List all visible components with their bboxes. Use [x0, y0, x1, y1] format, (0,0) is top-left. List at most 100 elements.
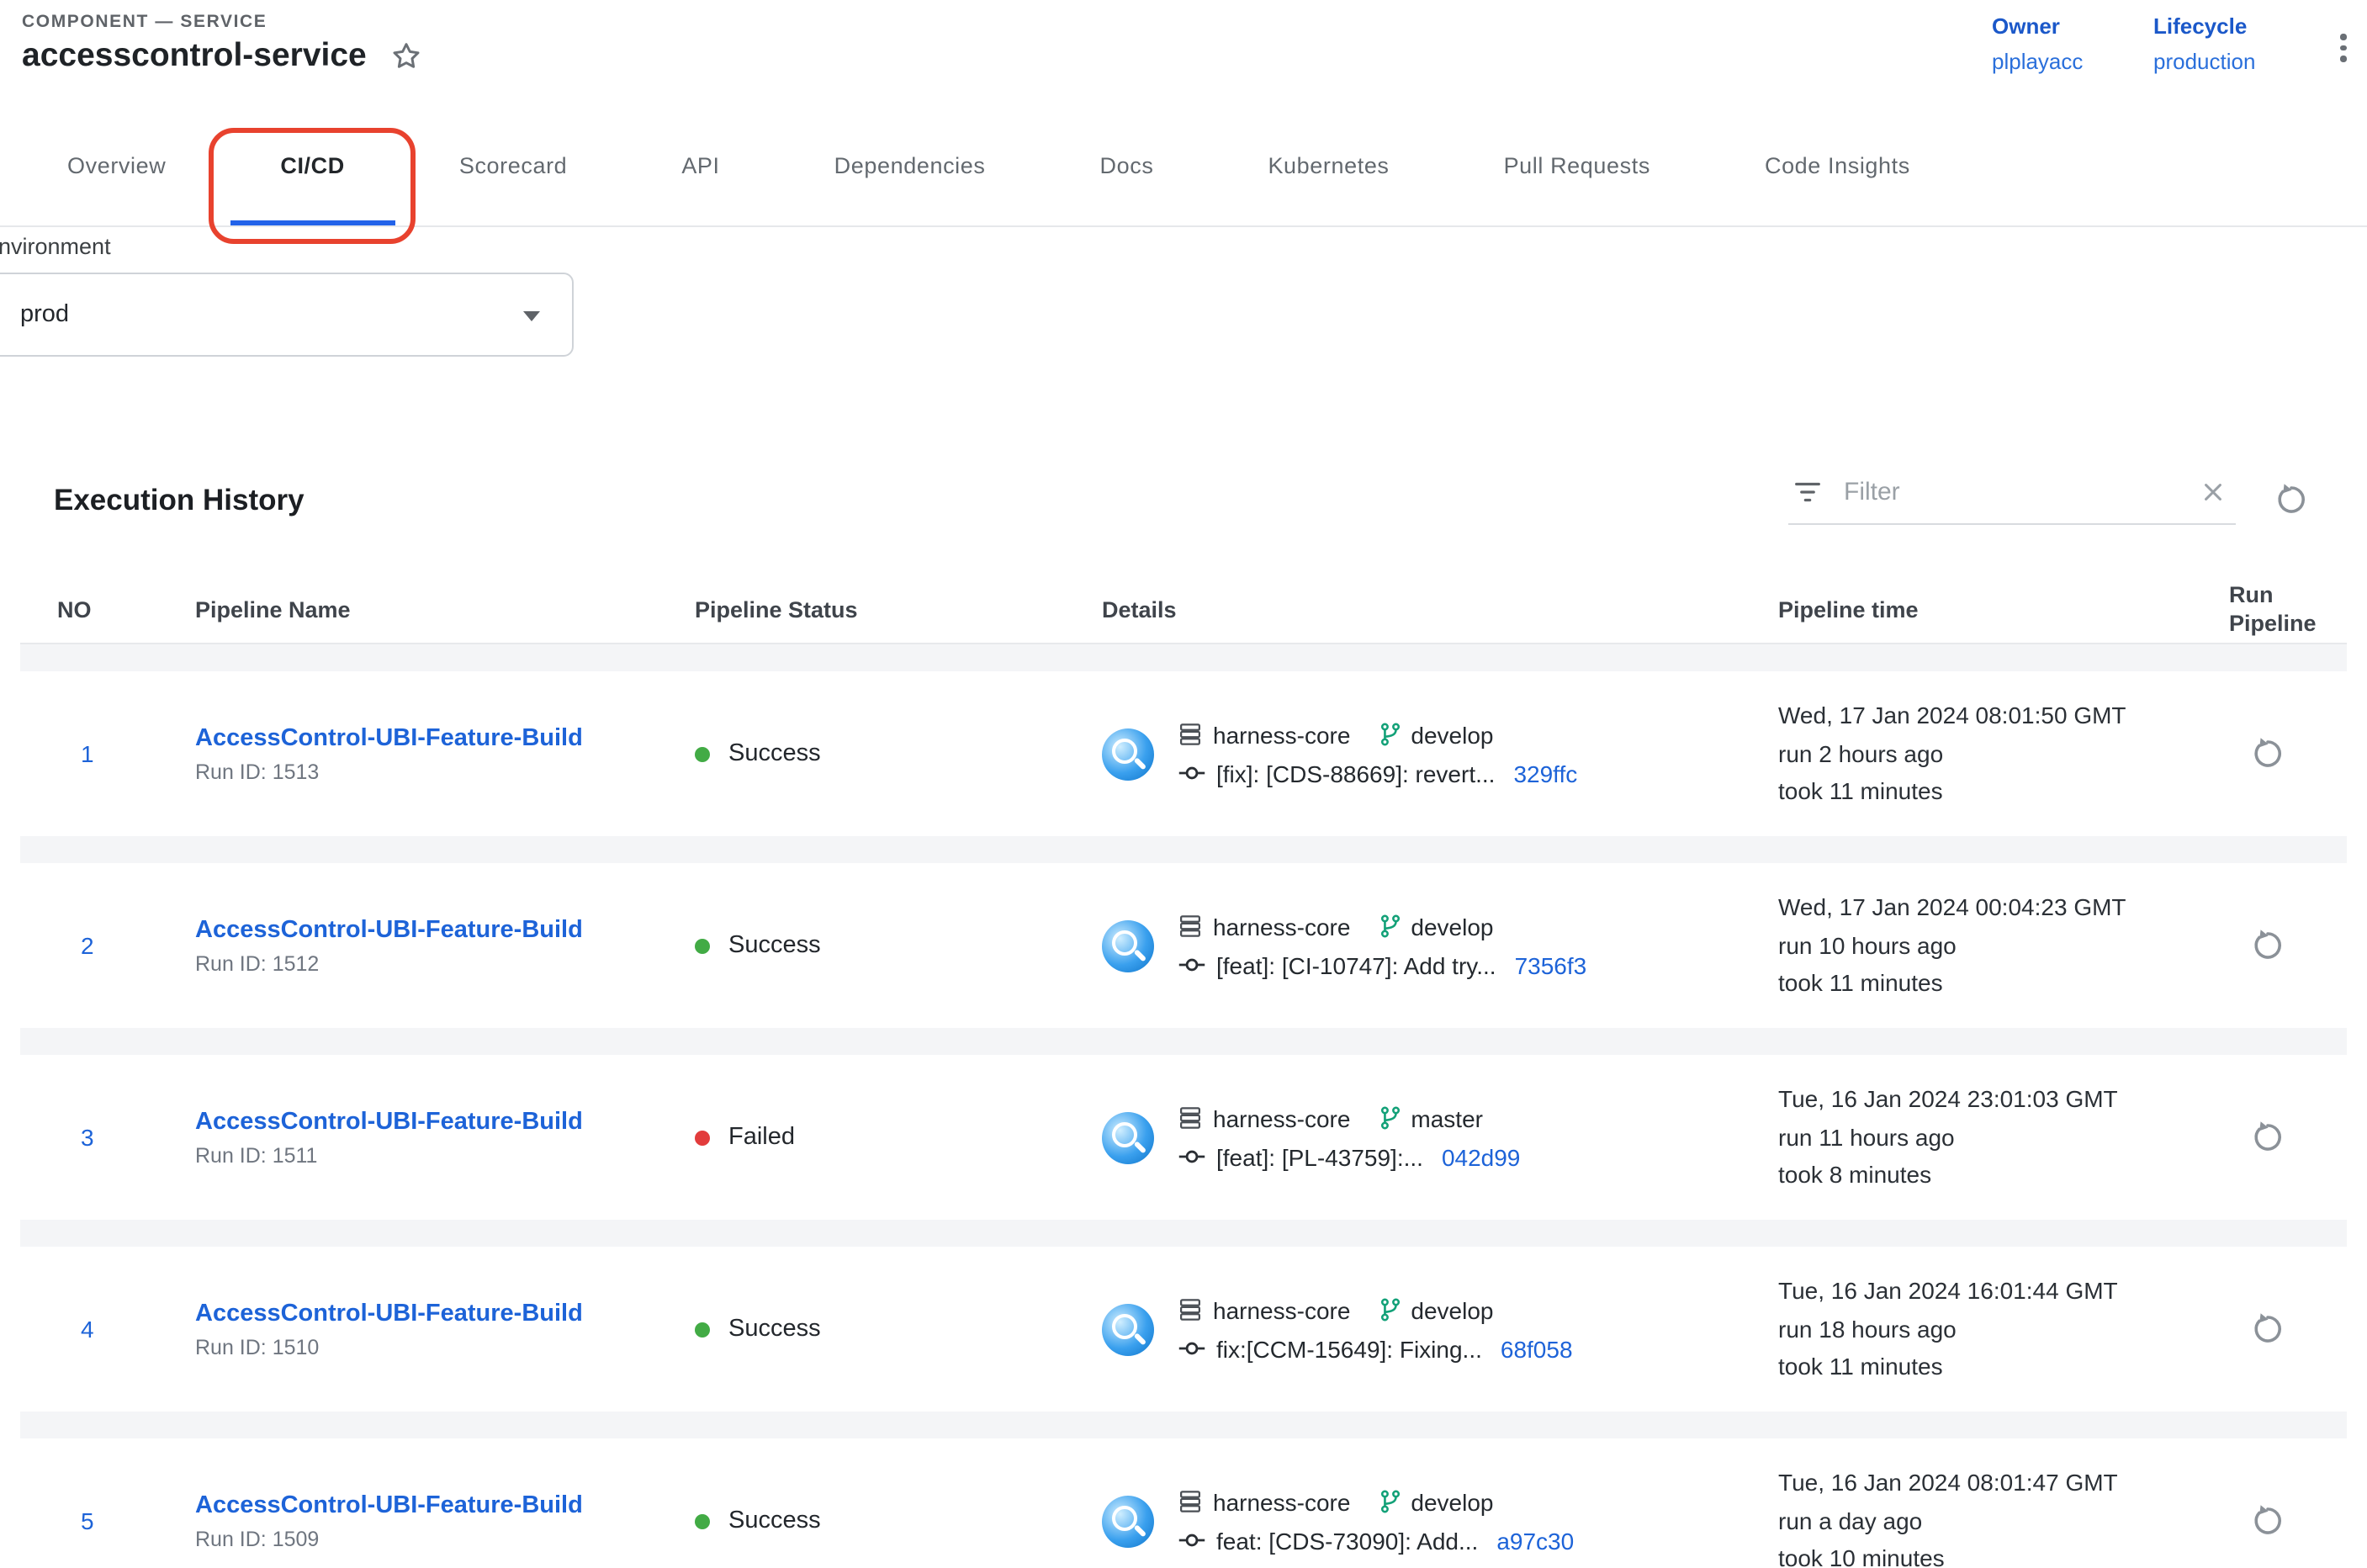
pipeline-name-link[interactable]: AccessControl-UBI-Feature-Build [195, 724, 695, 751]
row-number: 4 [57, 1316, 195, 1343]
tab-pull-requests[interactable]: Pull Requests [1447, 106, 1708, 225]
time-run-ago: run a day ago [1778, 1502, 2212, 1539]
branch-name: master [1411, 1104, 1483, 1131]
status-text: Failed [728, 1124, 795, 1151]
clear-x-icon[interactable] [2200, 479, 2226, 504]
run-id: Run ID: 1511 [195, 1143, 695, 1167]
owner-block: Owner plplayacc [1992, 13, 2083, 74]
pipeline-name-link[interactable]: AccessControl-UBI-Feature-Build [195, 916, 695, 943]
details-cell: harness-core develop [1102, 1488, 1778, 1554]
row-number: 3 [57, 1124, 195, 1151]
pipeline-name-cell: AccessControl-UBI-Feature-Build Run ID: … [195, 916, 695, 975]
run-pipeline-icon[interactable] [2249, 1119, 2347, 1156]
commit-hash-link[interactable]: 042d99 [1442, 1143, 1520, 1170]
tab-dependencies[interactable]: Dependencies [777, 106, 1043, 225]
run-pipeline-cell [2229, 927, 2347, 964]
time-date: Tue, 16 Jan 2024 08:01:47 GMT [1778, 1464, 2212, 1502]
time-duration: took 10 minutes [1778, 1540, 2212, 1568]
run-id: Run ID: 1513 [195, 760, 695, 783]
pipeline-status-cell: Success [695, 740, 1102, 767]
table-row: 1 AccessControl-UBI-Feature-Build Run ID… [20, 671, 2347, 836]
tab-kubernetes[interactable]: Kubernetes [1210, 106, 1446, 225]
status-dot [695, 1322, 710, 1337]
run-id: Run ID: 1509 [195, 1527, 695, 1550]
time-date: Tue, 16 Jan 2024 23:01:03 GMT [1778, 1080, 2212, 1118]
repository-icon [1178, 1297, 1203, 1322]
branch-name: develop [1411, 1488, 1493, 1515]
commit-hash-link[interactable]: 329ffc [1513, 760, 1577, 787]
lifecycle-block: Lifecycle production [2153, 13, 2255, 74]
pipeline-icon [1102, 1111, 1154, 1163]
repository-icon [1178, 722, 1203, 747]
commit-hash-link[interactable]: 68f058 [1501, 1335, 1573, 1362]
run-pipeline-icon[interactable] [2249, 735, 2347, 772]
commit-icon [1178, 1146, 1206, 1168]
commit-message: [feat]: [CI-10747]: Add try... [1216, 951, 1496, 978]
time-run-ago: run 2 hours ago [1778, 734, 2212, 772]
environment-select[interactable]: prod [0, 273, 574, 357]
column-pipeline-name: Pipeline Name [195, 597, 695, 622]
breadcrumb: COMPONENT — SERVICE [22, 12, 267, 32]
row-separator [20, 1220, 2347, 1247]
dropdown-caret-icon [523, 311, 540, 321]
tab-overview[interactable]: Overview [10, 106, 223, 225]
page-header: COMPONENT — SERVICE accesscontrol-servic… [0, 0, 2367, 106]
pipeline-name-link[interactable]: AccessControl-UBI-Feature-Build [195, 1108, 695, 1135]
pipeline-name-cell: AccessControl-UBI-Feature-Build Run ID: … [195, 724, 695, 783]
pipeline-icon [1102, 1303, 1154, 1355]
pipeline-icon [1102, 728, 1154, 780]
run-pipeline-cell [2229, 735, 2347, 772]
commit-message: [fix]: [CDS-88669]: revert... [1216, 760, 1495, 787]
repository-name: harness-core [1213, 1296, 1350, 1323]
run-pipeline-icon[interactable] [2249, 1311, 2347, 1348]
page: COMPONENT — SERVICE accesscontrol-servic… [0, 0, 2367, 1568]
pipeline-time-cell: Tue, 16 Jan 2024 16:01:44 GMT run 18 hou… [1778, 1272, 2229, 1386]
row-number: 1 [57, 740, 195, 767]
owner-value-link[interactable]: plplayacc [1992, 49, 2083, 74]
run-pipeline-icon[interactable] [2249, 927, 2347, 964]
pipeline-status-cell: Success [695, 932, 1102, 959]
table-row: 4 AccessControl-UBI-Feature-Build Run ID… [20, 1247, 2347, 1412]
commit-hash-link[interactable]: a97c30 [1496, 1527, 1574, 1554]
git-branch-icon [1377, 1105, 1402, 1131]
time-run-ago: run 18 hours ago [1778, 1310, 2212, 1348]
status-dot [695, 1513, 710, 1528]
tab-code-insights[interactable]: Code Insights [1708, 106, 1967, 225]
branch-name: develop [1411, 913, 1493, 940]
tab-scorecard[interactable]: Scorecard [402, 106, 624, 225]
details-cell: harness-core master [1102, 1104, 1778, 1170]
run-pipeline-cell [2229, 1502, 2347, 1539]
kebab-menu-icon[interactable] [2328, 34, 2359, 74]
refresh-icon[interactable] [2273, 481, 2310, 518]
commit-message: feat: [CDS-73090]: Add... [1216, 1527, 1478, 1554]
branch-name: develop [1411, 1296, 1493, 1323]
favorite-star-icon[interactable] [389, 39, 424, 74]
execution-history-toolbar: Execution History [20, 422, 2347, 577]
git-branch-icon [1377, 1489, 1402, 1514]
run-pipeline-icon[interactable] [2249, 1502, 2347, 1539]
pipeline-icon [1102, 919, 1154, 972]
tab-ci-cd[interactable]: CI/CD [223, 106, 402, 225]
pipeline-name-cell: AccessControl-UBI-Feature-Build Run ID: … [195, 1491, 695, 1550]
commit-hash-link[interactable]: 7356f3 [1515, 951, 1587, 978]
pipeline-name-cell: AccessControl-UBI-Feature-Build Run ID: … [195, 1108, 695, 1167]
tab-api[interactable]: API [624, 106, 776, 225]
tab-docs[interactable]: Docs [1043, 106, 1211, 225]
commit-icon [1178, 954, 1206, 976]
run-id: Run ID: 1512 [195, 951, 695, 975]
row-separator [20, 836, 2347, 863]
row-number: 5 [57, 1507, 195, 1534]
environment-selected-value: prod [20, 301, 69, 328]
column-run-pipeline: Run Pipeline [2229, 581, 2337, 638]
table-row: 3 AccessControl-UBI-Feature-Build Run ID… [20, 1055, 2347, 1220]
run-pipeline-cell [2229, 1311, 2347, 1348]
repository-name: harness-core [1213, 1488, 1350, 1515]
execution-history-title: Execution History [54, 482, 304, 517]
git-branch-icon [1377, 722, 1402, 747]
pipeline-name-link[interactable]: AccessControl-UBI-Feature-Build [195, 1491, 695, 1518]
filter-input[interactable] [1840, 475, 2184, 507]
owner-label: Owner [1992, 13, 2083, 39]
pipeline-name-link[interactable]: AccessControl-UBI-Feature-Build [195, 1300, 695, 1327]
repository-name: harness-core [1213, 1104, 1350, 1131]
time-date: Wed, 17 Jan 2024 00:04:23 GMT [1778, 888, 2212, 926]
